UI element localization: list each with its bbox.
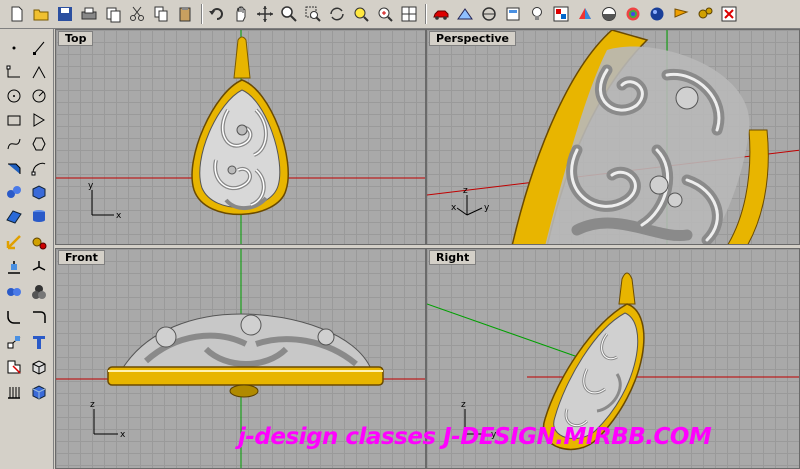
car-icon[interactable] [430,3,452,25]
copy-page-icon[interactable] [102,3,124,25]
axis-gizmo: z x [90,400,126,440]
top-view-canvas: y x [56,30,425,244]
move-icon[interactable] [254,3,276,25]
rhino-window: Top y x Perspective z y x Front z x Righ… [0,0,800,469]
cut-icon[interactable] [126,3,148,25]
zoom-selected-icon[interactable] [374,3,396,25]
properties-icon[interactable] [550,3,572,25]
gears-icon[interactable] [694,3,716,25]
mesh-icon[interactable] [3,331,25,353]
axis-label-x: x [116,211,122,221]
render-sphere-icon[interactable] [622,3,644,25]
watermark-text: j-design classes J-DESIGN.MIRBB.COM [238,424,712,450]
circle-icon[interactable] [3,85,25,107]
shaded-sphere-icon[interactable] [598,3,620,25]
axis-label-z: z [90,400,95,410]
curve-edit-icon[interactable] [3,157,25,179]
sphere-group-icon[interactable] [3,181,25,203]
axis-label-z: z [461,400,466,410]
layer-icon[interactable] [502,3,524,25]
split-icon[interactable] [28,256,50,278]
axis-label-y: y [484,203,490,213]
pendant-right [542,272,645,451]
perspective-view-canvas: z y x [427,30,799,244]
pendant-top [191,36,289,216]
light-bulb-icon[interactable] [526,3,548,25]
axis-label-x: x [120,430,126,440]
ellipse-icon[interactable] [28,157,50,179]
axis-gizmo: y x [88,181,122,221]
rotate-view-icon[interactable] [326,3,348,25]
print-icon[interactable] [78,3,100,25]
copy-icon[interactable] [150,3,172,25]
toggle-grid-icon[interactable] [454,3,476,25]
blue-sphere-icon[interactable] [646,3,668,25]
pendant-front [107,313,384,398]
zoom-icon[interactable] [278,3,300,25]
axis-label-y: y [88,181,94,191]
curve-icon[interactable] [3,133,25,155]
axis-label-z: z [463,186,468,196]
boolean-union-icon[interactable] [3,281,25,303]
undo-icon[interactable] [206,3,228,25]
zoom-window-icon[interactable] [302,3,324,25]
toolbar-separator [425,4,427,24]
toolbar-separator [201,4,203,24]
viewport-title-right[interactable]: Right [429,250,477,265]
pan-hand-icon[interactable] [230,3,252,25]
zoom-extents-icon[interactable] [350,3,372,25]
four-viewports-icon[interactable] [398,3,420,25]
new-file-icon[interactable] [6,3,28,25]
viewport-title-top[interactable]: Top [58,31,94,46]
boolean-diff-icon[interactable] [28,281,50,303]
fillet-icon[interactable] [3,306,25,328]
box-icon[interactable] [28,181,50,203]
multi-point-icon[interactable] [28,37,50,59]
text-icon[interactable] [28,331,50,353]
pendant-perspective [511,30,769,244]
viewport-title-front[interactable]: Front [58,250,105,265]
dimension-icon[interactable] [28,306,50,328]
polygon-icon[interactable] [28,109,50,131]
paste-icon[interactable] [174,3,196,25]
axis-gizmo: z y x [451,186,490,216]
open-folder-icon[interactable] [30,3,52,25]
close-x-icon[interactable] [718,3,740,25]
viewport-perspective[interactable]: Perspective z y x [426,29,800,245]
control-point-icon[interactable] [28,133,50,155]
left-toolbar [0,29,54,469]
arc-icon[interactable] [28,85,50,107]
polyline-icon[interactable] [28,61,50,83]
surface-icon[interactable] [3,205,25,227]
render-box-icon[interactable] [28,356,50,378]
save-icon[interactable] [54,3,76,25]
point-icon[interactable] [3,37,25,59]
transform-icon[interactable] [3,231,25,253]
align-icon[interactable] [3,256,25,278]
circle-plane-icon[interactable] [478,3,500,25]
flag-icon[interactable] [670,3,692,25]
render-icon[interactable] [574,3,596,25]
main-toolbar [0,0,800,29]
axis-label-x: x [451,203,457,213]
line-icon[interactable] [3,61,25,83]
array-icon[interactable] [3,381,25,403]
viewport-title-perspective[interactable]: Perspective [429,31,517,46]
rectangle-icon[interactable] [3,109,25,131]
solid-edit-icon[interactable] [3,356,25,378]
extrude-icon[interactable] [28,205,50,227]
settings-gear-icon[interactable] [28,231,50,253]
viewport-top[interactable]: Top y x [55,29,426,245]
cube-icon[interactable] [28,381,50,403]
